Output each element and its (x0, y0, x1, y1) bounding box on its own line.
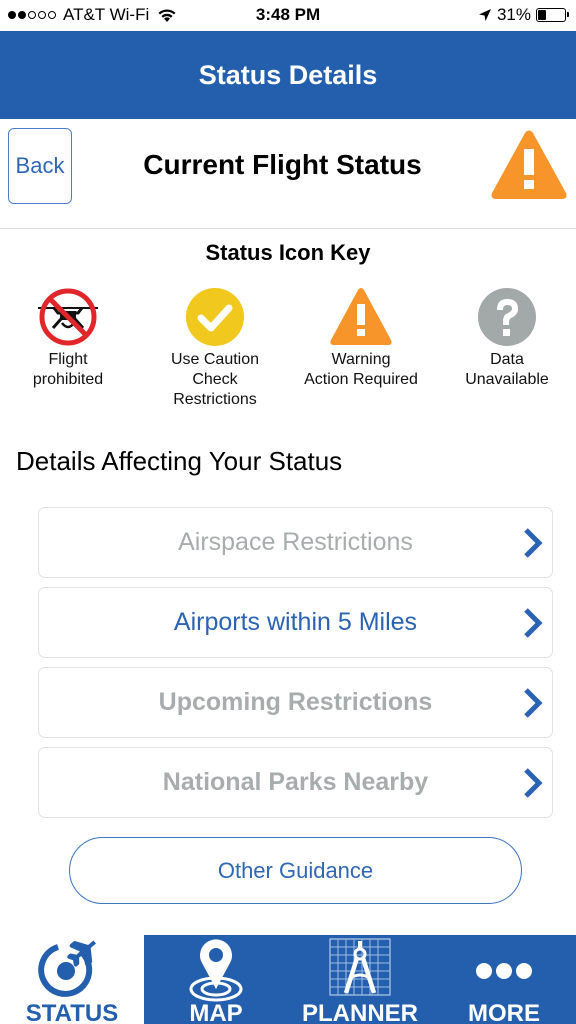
status-plane-icon (38, 940, 97, 997)
tab-status[interactable]: STATUS (0, 935, 144, 1024)
key-label-line2: prohibited (32, 371, 104, 388)
key-label-line1: Warning (331, 351, 391, 368)
key-item-flight-prohibited: Flight prohibited (0, 287, 138, 390)
detail-label: Airports within 5 Miles (173, 608, 418, 636)
flight-status-title: Current Flight Status (143, 149, 422, 180)
more-dots-icon (476, 963, 532, 979)
upcoming-restrictions-button[interactable]: Upcoming Restrictions (38, 667, 553, 738)
tab-label: PLANNER (301, 1000, 418, 1024)
nav-header: Status Details (0, 31, 576, 119)
details-section-title: Details Affecting Your Status (16, 446, 343, 476)
key-label-line3: Restrictions (173, 391, 257, 408)
battery-percent: 31% (496, 5, 531, 24)
airports-within-5-miles-button[interactable]: Airports within 5 Miles (38, 587, 553, 658)
key-item-use-caution: Use Caution Check Restrictions (145, 287, 285, 410)
warning-icon (491, 130, 567, 199)
back-button[interactable]: Back (8, 128, 72, 204)
status-bar: AT&T Wi-Fi 3:48 PM 31% (0, 0, 576, 31)
icon-key-title: Status Icon Key (205, 240, 371, 265)
detail-label: Upcoming Restrictions (158, 688, 433, 716)
key-item-warning: Warning Action Required (291, 287, 431, 390)
no-drone-icon (38, 288, 98, 346)
detail-label: National Parks Nearby (162, 768, 429, 796)
location-arrow-icon (478, 9, 491, 21)
national-parks-nearby-button[interactable]: National Parks Nearby (38, 747, 553, 818)
battery-fill (538, 10, 547, 20)
chevron-right-icon (524, 768, 543, 798)
key-label-line2: Unavailable (465, 371, 549, 388)
map-pin-icon (189, 939, 243, 1002)
other-guidance-button[interactable]: Other Guidance (69, 837, 522, 904)
key-label-line1: Use Caution (170, 351, 260, 368)
key-item-data-unavailable: Data Unavailable (437, 287, 576, 390)
key-label-line1: Data (490, 351, 524, 368)
tab-label: MORE (468, 1000, 540, 1024)
tab-label: STATUS (25, 1000, 119, 1024)
chevron-right-icon (524, 528, 543, 558)
key-label-line1: Flight (48, 351, 88, 368)
battery-icon (536, 8, 569, 22)
warning-icon (330, 288, 392, 345)
caution-check-icon (186, 288, 244, 346)
chevron-right-icon (524, 688, 543, 718)
tab-planner[interactable]: PLANNER (288, 935, 432, 1024)
key-label-line2: Action Required (304, 371, 418, 388)
airspace-restrictions-button[interactable]: Airspace Restrictions (38, 507, 553, 578)
chevron-right-icon (524, 608, 543, 638)
page-title: Status Details (198, 60, 378, 90)
status-bar-right: 31% (478, 5, 569, 25)
flight-status-row: Back Current Flight Status (0, 119, 576, 229)
tab-bar: STATUS MAP PLANNER MORE (0, 935, 576, 1024)
question-icon (478, 288, 536, 346)
planner-compass-icon (329, 938, 391, 996)
detail-label: Airspace Restrictions (178, 528, 413, 556)
tab-label: MAP (189, 1000, 243, 1024)
tab-more[interactable]: MORE (432, 935, 576, 1024)
tab-map[interactable]: MAP (144, 935, 288, 1024)
key-label-line2: Check (192, 371, 238, 388)
